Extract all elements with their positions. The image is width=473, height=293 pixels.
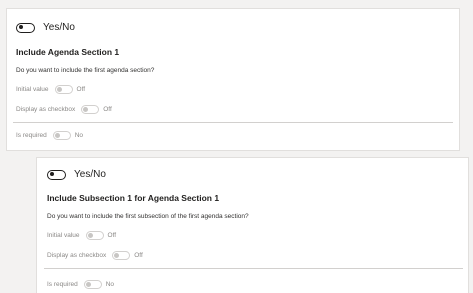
field-type-label: Yes/No	[74, 169, 106, 180]
required-toggle[interactable]	[52, 131, 71, 140]
divider	[44, 268, 463, 269]
toggle-icon	[16, 22, 35, 33]
required-toggle[interactable]	[83, 280, 102, 289]
required-state: No	[105, 281, 115, 288]
field-type-header: Yes/No	[47, 169, 106, 180]
display-checkbox-label: Display as checkbox	[16, 106, 76, 113]
display-checkbox-state: Off	[103, 106, 112, 113]
display-checkbox-state: Off	[134, 252, 143, 259]
toggle-icon	[47, 169, 66, 180]
display-checkbox-toggle[interactable]	[112, 251, 131, 260]
initial-value-toggle[interactable]	[54, 85, 73, 94]
initial-value-state: Off	[107, 232, 117, 239]
display-checkbox-row: Display as checkbox Off	[47, 251, 143, 260]
field-card[interactable]: Yes/No Include Agenda Section 1 Do you w…	[6, 8, 460, 151]
initial-value-toggle[interactable]	[85, 231, 104, 240]
required-state: No	[74, 132, 84, 139]
required-label: Is required	[16, 132, 47, 139]
divider	[13, 122, 453, 123]
initial-value-label: Initial value	[16, 86, 49, 93]
field-type-header: Yes/No	[16, 22, 75, 33]
field-card[interactable]: Yes/No Include Subsection 1 for Agenda S…	[36, 157, 469, 293]
field-description: Do you want to include the first agenda …	[16, 67, 155, 74]
initial-value-row: Initial value Off	[16, 85, 85, 94]
field-type-label: Yes/No	[43, 22, 75, 33]
initial-value-label: Initial value	[47, 232, 80, 239]
display-checkbox-label: Display as checkbox	[47, 252, 107, 259]
required-row: Is required No	[47, 280, 114, 289]
initial-value-state: Off	[76, 86, 86, 93]
field-title: Include Subsection 1 for Agenda Section …	[47, 193, 220, 203]
display-checkbox-toggle[interactable]	[81, 105, 100, 114]
required-row: Is required No	[16, 131, 83, 140]
field-title: Include Agenda Section 1	[16, 47, 120, 57]
field-description: Do you want to include the first subsect…	[47, 213, 249, 220]
required-label: Is required	[47, 281, 78, 288]
initial-value-row: Initial value Off	[47, 231, 116, 240]
display-checkbox-row: Display as checkbox Off	[16, 105, 112, 114]
